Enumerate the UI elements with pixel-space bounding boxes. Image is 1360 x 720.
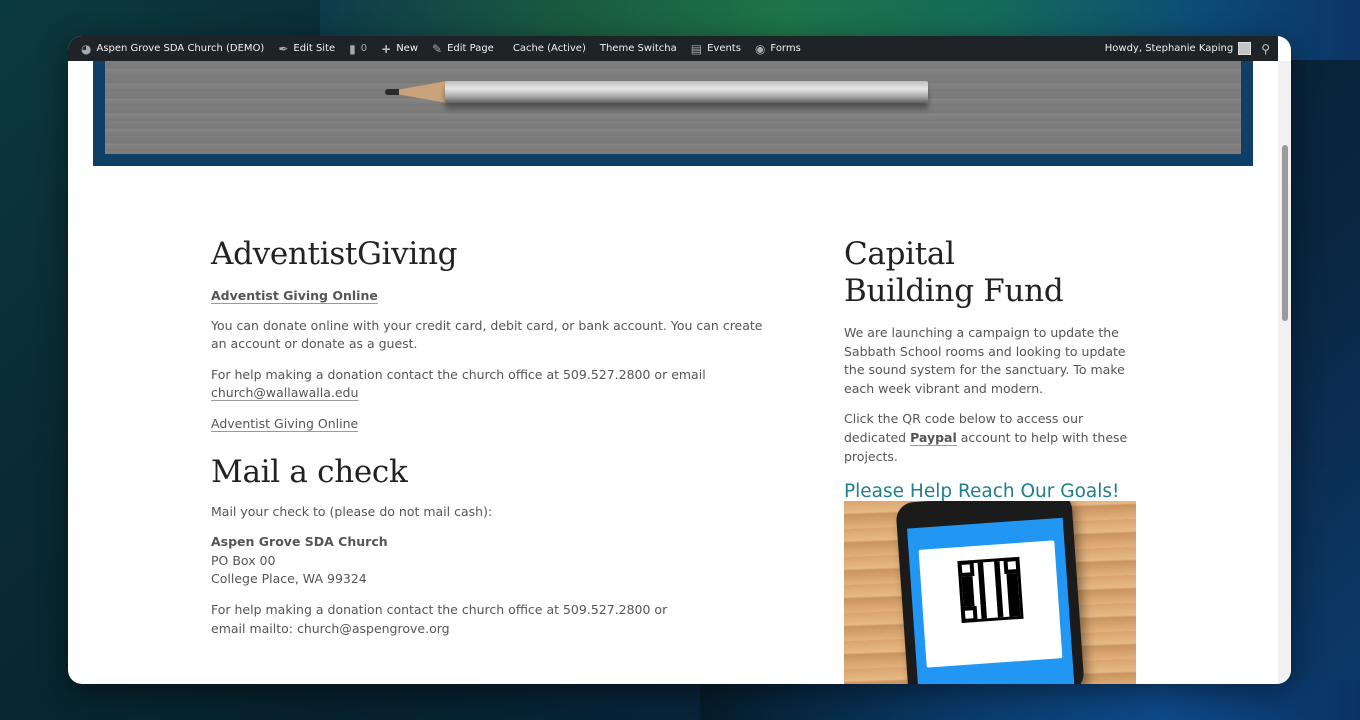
admin-bar-comments[interactable]: ▮ 0	[342, 36, 374, 61]
address-line2: College Place, WA 99324	[211, 571, 367, 587]
donate-text: You can donate online with your credit c…	[211, 317, 763, 352]
theme-switcha-label: Theme Switcha	[599, 43, 677, 54]
campaign-text: We are launching a campaign to update th…	[844, 325, 1126, 396]
admin-bar-new[interactable]: + New	[374, 36, 425, 61]
help-email-link[interactable]: church@wallawalla.edu	[211, 385, 358, 400]
search-icon: ⚲	[1261, 41, 1270, 56]
comments-count: 0	[360, 43, 368, 54]
events-label: Events	[707, 43, 741, 54]
admin-bar: ◕ Aspen Grove SDA Church (DEMO) ✒ Edit S…	[68, 36, 1278, 61]
qr-corner-bl	[960, 605, 978, 624]
admin-bar-theme-switcha[interactable]: Theme Switcha	[593, 36, 684, 61]
qr-code-icon	[957, 556, 1024, 624]
edit-page-label: Edit Page	[447, 43, 494, 54]
help-text-2: For help making a donation contact the c…	[211, 601, 668, 636]
calendar-icon: ▤	[690, 41, 703, 56]
admin-bar-site-name[interactable]: ◕ Aspen Grove SDA Church (DEMO)	[74, 36, 271, 61]
browser-window: ◕ Aspen Grove SDA Church (DEMO) ✒ Edit S…	[68, 36, 1291, 684]
qr-paragraph: Click the QR code below to access our de…	[844, 410, 1134, 466]
admin-bar-forms[interactable]: ◉ Forms	[748, 36, 808, 61]
pencil-icon: ✎	[432, 41, 443, 56]
help-text: For help making a donation contact the c…	[211, 366, 706, 382]
gauge-icon: ◕	[81, 41, 92, 56]
mail-check-heading: Mail a check	[211, 453, 408, 490]
pencil-body	[445, 81, 928, 103]
admin-bar-cache[interactable]: Cache (Active)	[501, 36, 593, 61]
phone-illustration	[895, 501, 1085, 684]
address-line1: PO Box 00	[211, 552, 276, 568]
desktop-background-bottom	[700, 680, 1360, 720]
mail-intro: Mail your check to (please do not mail c…	[211, 503, 493, 519]
comment-icon: ▮	[349, 41, 356, 56]
page-scrollbar[interactable]	[1278, 61, 1291, 684]
howdy-label: Howdy, Stephanie Kaping	[1104, 43, 1234, 54]
edit-site-label: Edit Site	[293, 43, 336, 54]
capital-fund-heading: Capital Building Fund	[844, 236, 1144, 310]
adventist-giving-heading: AdventistGiving	[211, 236, 458, 272]
phone-qr-card	[918, 540, 1063, 668]
qr-code-image[interactable]	[844, 501, 1136, 684]
capital-fund-column: Capital Building Fund We are launching a…	[844, 236, 1144, 684]
mailing-address: Aspen Grove SDA Church PO Box 00 College…	[211, 533, 771, 589]
qr-corner-tr	[1003, 556, 1021, 574]
admin-bar-events[interactable]: ▤ Events	[684, 36, 748, 61]
help-paragraph: For help making a donation contact the c…	[211, 366, 771, 403]
forms-icon: ◉	[754, 41, 766, 56]
forms-label: Forms	[770, 43, 801, 54]
admin-bar-search[interactable]: ⚲	[1253, 42, 1278, 56]
qr-corner-tl	[957, 560, 975, 578]
scrollbar-thumb[interactable]	[1282, 145, 1288, 321]
admin-bar-account[interactable]: Howdy, Stephanie Kaping	[1098, 36, 1253, 61]
admin-bar-right: Howdy, Stephanie Kaping ⚲	[1098, 36, 1278, 61]
address-name: Aspen Grove SDA Church	[211, 534, 388, 550]
new-label: New	[396, 43, 419, 54]
paypal-link[interactable]: Paypal	[910, 430, 957, 445]
pencil-lead	[385, 89, 399, 95]
site-name-label: Aspen Grove SDA Church (DEMO)	[96, 43, 265, 54]
avatar	[1238, 42, 1252, 55]
plus-icon: +	[381, 41, 392, 56]
brush-icon: ✒	[278, 41, 289, 56]
capital-fund-heading-line1: Capital	[844, 236, 955, 272]
adventist-giving-link[interactable]: Adventist Giving Online	[211, 416, 358, 431]
capital-fund-heading-line2: Building Fund	[844, 273, 1064, 309]
giving-column: AdventistGiving Adventist Giving Online …	[211, 236, 771, 638]
hero-image	[105, 61, 1241, 154]
admin-bar-edit-page[interactable]: ✎ Edit Page	[425, 36, 501, 61]
hero-banner	[93, 61, 1253, 166]
phone-screen	[907, 517, 1075, 684]
adventist-giving-link-bold[interactable]: Adventist Giving Online	[211, 288, 378, 303]
cache-label: Cache (Active)	[512, 43, 586, 54]
admin-bar-edit-site[interactable]: ✒ Edit Site	[271, 36, 342, 61]
